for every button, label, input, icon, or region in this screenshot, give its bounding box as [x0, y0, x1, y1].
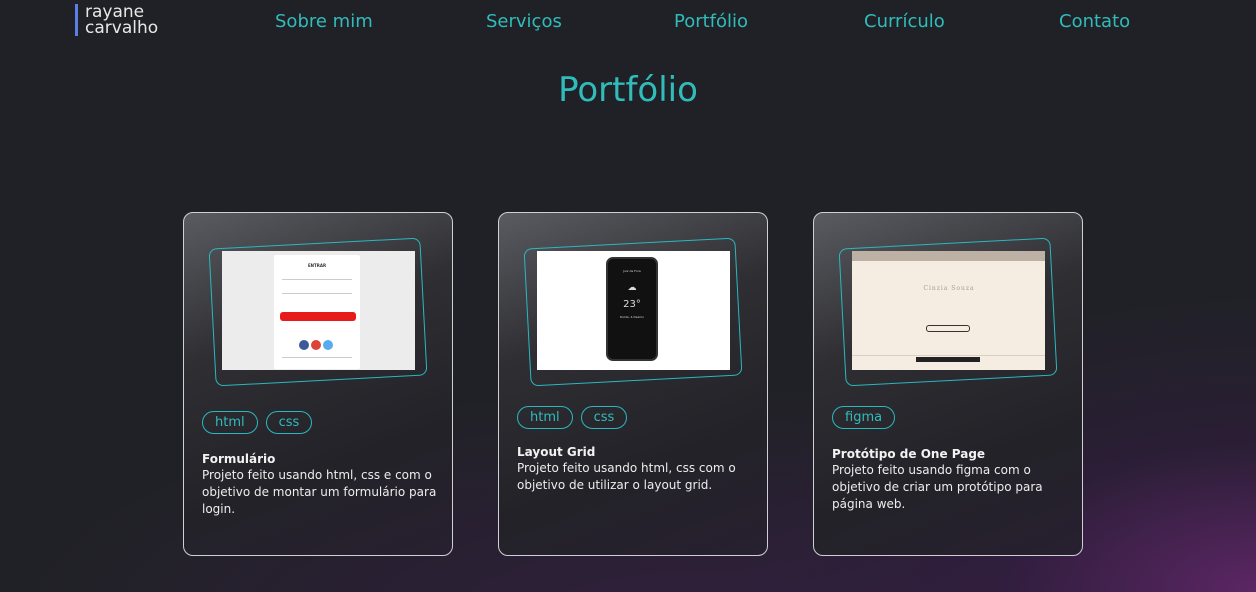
project-description: Projeto feito usando html, css e com o o…: [202, 468, 437, 516]
tag-css: css: [265, 411, 313, 434]
nav-link-sobre-mim[interactable]: Sobre mim: [275, 10, 373, 34]
nav-link-servicos[interactable]: Serviços: [486, 10, 562, 34]
project-card-prototipo[interactable]: Cinzia Souza figma Protótipo de One Page…: [813, 212, 1083, 556]
project-thumbnail[interactable]: Cinzia Souza: [852, 251, 1045, 370]
tag-list: html css: [517, 406, 628, 429]
nav-link-contato[interactable]: Contato: [1059, 10, 1130, 34]
project-title: Protótipo de One Page: [832, 447, 986, 461]
main-nav: Sobre mim Serviços Portfólio Currículo C…: [0, 10, 1256, 34]
project-description: Projeto feito usando figma com o objetiv…: [832, 463, 1043, 511]
project-card-layout-grid[interactable]: Juiz de Fora ☁ 23° Dolde, 4 Dezmo html c…: [498, 212, 768, 556]
nav-link-portfolio[interactable]: Portfólio: [674, 10, 748, 34]
project-description: Projeto feito usando html, css com o obj…: [517, 461, 736, 492]
tag-list: html css: [202, 411, 313, 434]
project-title: Formulário: [202, 452, 276, 466]
project-title: Layout Grid: [517, 445, 596, 459]
tag-html: html: [202, 411, 258, 434]
nav-link-curriculo[interactable]: Currículo: [864, 10, 945, 34]
project-card-formulario[interactable]: ENTRAR html css Formulário Projeto feito…: [183, 212, 453, 556]
section-title: Portfólio: [558, 70, 698, 110]
tag-list: figma: [832, 406, 896, 429]
tag-html: html: [517, 406, 573, 429]
tag-figma: figma: [832, 406, 896, 429]
project-thumbnail[interactable]: ENTRAR: [222, 251, 415, 370]
tag-css: css: [580, 406, 628, 429]
project-thumbnail[interactable]: Juiz de Fora ☁ 23° Dolde, 4 Dezmo: [537, 251, 730, 370]
